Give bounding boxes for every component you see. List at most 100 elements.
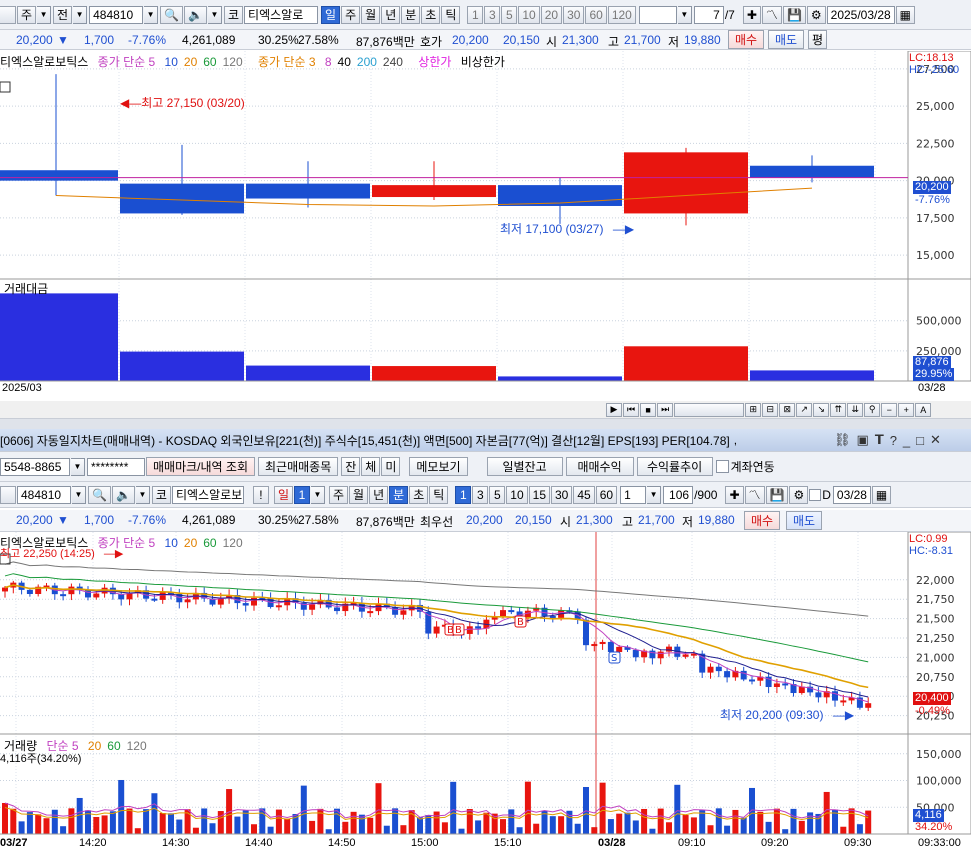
- tick-button-4[interactable]: 20: [540, 5, 563, 24]
- period-button-5[interactable]: 틱: [429, 485, 449, 504]
- tick-button-6[interactable]: 60: [585, 5, 607, 24]
- period-button-2[interactable]: 년: [369, 485, 389, 504]
- zigzag-icon[interactable]: 〽: [744, 485, 765, 504]
- font-icon[interactable]: A: [915, 402, 932, 417]
- gear-icon[interactable]: ⚙: [789, 485, 809, 504]
- tick-button-3[interactable]: 10: [506, 485, 528, 504]
- period-num[interactable]: 1: [294, 485, 310, 504]
- speaker-icon[interactable]: 🔈: [184, 5, 207, 24]
- period-button-3[interactable]: 년: [381, 5, 401, 24]
- interval-input[interactable]: 1: [620, 485, 647, 504]
- period-button-0[interactable]: 일: [321, 5, 341, 24]
- chevron-down-icon[interactable]: ▼: [647, 485, 662, 504]
- filled-tab[interactable]: 체: [361, 457, 381, 476]
- stock-name[interactable]: 티엑스알로보: [171, 485, 244, 504]
- mode-select[interactable]: 주: [17, 5, 37, 24]
- maximize-icon[interactable]: □: [916, 433, 924, 448]
- first-icon[interactable]: ⏮: [623, 402, 640, 417]
- chevron-down-icon[interactable]: ▼: [73, 5, 88, 24]
- menu-button[interactable]: [0, 485, 16, 504]
- calendar-icon[interactable]: ▦: [895, 5, 915, 24]
- menu-button[interactable]: [0, 5, 16, 24]
- tool-icon[interactable]: ↘: [813, 402, 830, 417]
- trade-mark-button[interactable]: 매매마크/내역 조회: [146, 457, 255, 476]
- help-icon[interactable]: ?: [890, 433, 897, 448]
- chevron-down-icon[interactable]: ▼: [208, 5, 222, 24]
- crosshair-icon[interactable]: ✚: [725, 485, 744, 504]
- code-input[interactable]: 484810: [17, 485, 71, 504]
- tick-button-6[interactable]: 45: [573, 485, 595, 504]
- stop-icon[interactable]: ■: [640, 402, 657, 417]
- memo-button[interactable]: 메모보기: [409, 457, 468, 476]
- recent-stocks-button[interactable]: 최근매매종목: [258, 457, 339, 476]
- search-icon[interactable]: 🔍: [88, 485, 111, 504]
- tick-button-4[interactable]: 15: [528, 485, 550, 504]
- period-button-1[interactable]: 주: [341, 5, 361, 24]
- link-checkbox[interactable]: [715, 460, 729, 473]
- speaker-icon[interactable]: 🔈: [111, 485, 135, 504]
- page-current[interactable]: 7: [693, 5, 724, 24]
- chevron-down-icon[interactable]: ▼: [37, 5, 52, 24]
- period-button-0[interactable]: 주: [329, 485, 349, 504]
- zoom-slider[interactable]: [674, 402, 745, 417]
- period-button-2[interactable]: 월: [361, 5, 381, 24]
- scope-select[interactable]: 전: [53, 5, 73, 24]
- save-icon[interactable]: 💾: [782, 5, 806, 24]
- tick-button-2[interactable]: 5: [501, 5, 518, 24]
- plus-icon[interactable]: +: [898, 402, 915, 417]
- search-icon[interactable]: 🔍: [160, 5, 184, 24]
- window-icon[interactable]: ▣: [857, 432, 869, 448]
- tick-button-7[interactable]: 60: [595, 485, 618, 504]
- daily-balance-button[interactable]: 일별잔고: [486, 457, 563, 476]
- eval-button[interactable]: 평: [808, 30, 828, 49]
- account-input[interactable]: 5548-8865: [0, 457, 70, 476]
- crosshair-icon[interactable]: ✚: [742, 5, 761, 24]
- period-button-3[interactable]: 분: [389, 485, 409, 504]
- scroll-right-icon[interactable]: ▶: [606, 402, 622, 417]
- chevron-down-icon[interactable]: ▼: [72, 485, 86, 504]
- sell-button[interactable]: 매도: [768, 30, 805, 49]
- tool-icon[interactable]: ⇈: [830, 402, 847, 417]
- tick-button-3[interactable]: 10: [518, 5, 540, 24]
- tick-button-7[interactable]: 120: [607, 5, 636, 24]
- period-button-4[interactable]: 초: [409, 485, 429, 504]
- blank-input[interactable]: [638, 5, 677, 24]
- period-button-6[interactable]: 틱: [441, 5, 461, 24]
- tool-icon[interactable]: ⊟: [762, 402, 779, 417]
- gear-icon[interactable]: ⚙: [806, 5, 826, 24]
- close-icon[interactable]: ✕: [930, 432, 941, 448]
- market-label[interactable]: 코: [224, 5, 244, 24]
- date-input[interactable]: 2025/03/28: [826, 5, 895, 24]
- sell-button[interactable]: 매도: [786, 511, 823, 530]
- pin-icon[interactable]: 𝗧: [875, 432, 884, 448]
- calendar-icon[interactable]: ▦: [871, 485, 892, 504]
- alert-button[interactable]: !: [252, 485, 269, 504]
- minute-chart[interactable]: 22,00021,75021,50021,25021,00020,75020,5…: [0, 531, 971, 852]
- tick-button-2[interactable]: 5: [489, 485, 506, 504]
- chevron-down-icon[interactable]: ▼: [677, 5, 692, 24]
- tick-button-0[interactable]: 1: [455, 485, 472, 504]
- minimize-icon[interactable]: _: [903, 433, 910, 448]
- tick-button-5[interactable]: 30: [563, 5, 585, 24]
- balance-tab[interactable]: 잔: [341, 457, 361, 476]
- minus-icon[interactable]: −: [881, 402, 898, 417]
- link-icon[interactable]: ⛓: [834, 432, 851, 448]
- tool-icon[interactable]: ⊠: [779, 402, 796, 417]
- code-input[interactable]: 484810: [89, 5, 144, 24]
- period-button-5[interactable]: 초: [421, 5, 441, 24]
- trade-profit-button[interactable]: 매매수익: [565, 457, 634, 476]
- period-button-4[interactable]: 분: [401, 5, 421, 24]
- chevron-down-icon[interactable]: ▼: [144, 5, 159, 24]
- chevron-down-icon[interactable]: ▼: [71, 457, 85, 476]
- last-icon[interactable]: ⏭: [657, 402, 674, 417]
- tick-button-1[interactable]: 3: [484, 5, 501, 24]
- buy-button[interactable]: 매수: [744, 511, 781, 530]
- return-trend-button[interactable]: 수익률추이: [636, 457, 713, 476]
- buy-button[interactable]: 매수: [728, 30, 765, 49]
- market-label[interactable]: 코: [151, 485, 171, 504]
- tick-button-1[interactable]: 3: [472, 485, 489, 504]
- tool-icon[interactable]: ↗: [796, 402, 813, 417]
- unfilled-tab[interactable]: 미: [381, 457, 401, 476]
- date-checkbox[interactable]: [809, 488, 822, 501]
- period-button-1[interactable]: 월: [349, 485, 369, 504]
